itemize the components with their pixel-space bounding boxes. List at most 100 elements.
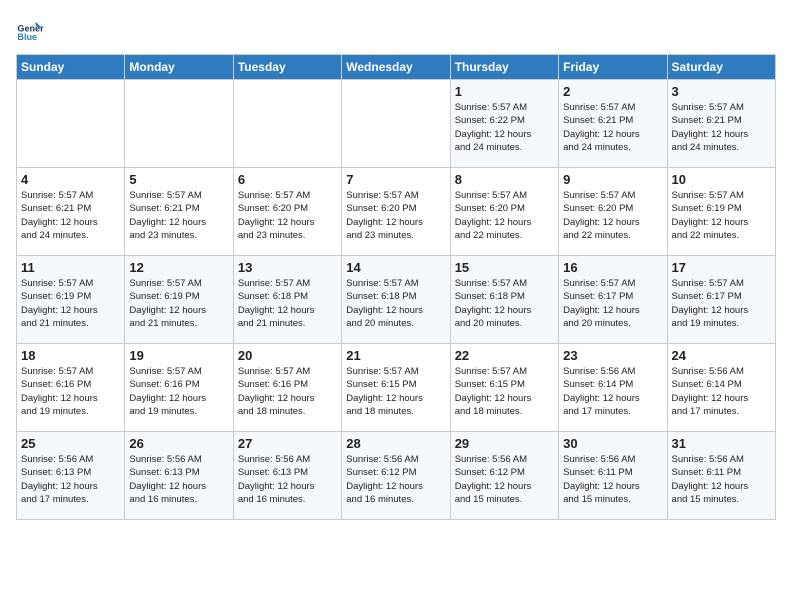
calendar-cell: 5 Sunrise: 5:57 AMSunset: 6:21 PMDaylight…: [125, 168, 233, 256]
page-header: General Blue: [16, 16, 776, 44]
weekday-header-friday: Friday: [559, 55, 667, 80]
calendar-cell: 18 Sunrise: 5:57 AMSunset: 6:16 PMDayligh…: [17, 344, 125, 432]
day-number: 24: [672, 348, 771, 363]
day-info: Sunrise: 5:56 AMSunset: 6:12 PMDaylight:…: [346, 453, 445, 506]
day-number: 2: [563, 84, 662, 99]
day-info: Sunrise: 5:57 AMSunset: 6:21 PMDaylight:…: [672, 101, 771, 154]
logo: General Blue: [16, 16, 44, 44]
calendar-cell: 25 Sunrise: 5:56 AMSunset: 6:13 PMDayligh…: [17, 432, 125, 520]
calendar-cell: 2 Sunrise: 5:57 AMSunset: 6:21 PMDaylight…: [559, 80, 667, 168]
day-info: Sunrise: 5:57 AMSunset: 6:15 PMDaylight:…: [346, 365, 445, 418]
day-info: Sunrise: 5:57 AMSunset: 6:21 PMDaylight:…: [21, 189, 120, 242]
calendar-cell: 9Sunrise: 5:57 AMSunset: 6:20 PMDaylight…: [559, 168, 667, 256]
day-number: 27: [238, 436, 337, 451]
day-info: Sunrise: 5:57 AMSunset: 6:19 PMDaylight:…: [129, 277, 228, 330]
weekday-header-sunday: Sunday: [17, 55, 125, 80]
day-info: Sunrise: 5:57 AMSunset: 6:21 PMDaylight:…: [129, 189, 228, 242]
calendar-cell: 23 Sunrise: 5:56 AMSunset: 6:14 PMDayligh…: [559, 344, 667, 432]
day-number: 12: [129, 260, 228, 275]
day-number: 17: [672, 260, 771, 275]
day-number: 3: [672, 84, 771, 99]
day-info: Sunrise: 5:56 AMSunset: 6:13 PMDaylight:…: [129, 453, 228, 506]
day-number: 23: [563, 348, 662, 363]
day-info: Sunrise: 5:57 AMSunset: 6:15 PMDaylight:…: [455, 365, 554, 418]
calendar-table: SundayMondayTuesdayWednesdayThursdayFrid…: [16, 54, 776, 520]
day-info: Sunrise: 5:57 AMSunset: 6:17 PMDaylight:…: [563, 277, 662, 330]
calendar-cell: [342, 80, 450, 168]
day-number: 7: [346, 172, 445, 187]
day-number: 5: [129, 172, 228, 187]
day-number: 26: [129, 436, 228, 451]
calendar-week-5: 25 Sunrise: 5:56 AMSunset: 6:13 PMDayligh…: [17, 432, 776, 520]
day-info: Sunrise: 5:56 AMSunset: 6:13 PMDaylight:…: [238, 453, 337, 506]
weekday-header-row: SundayMondayTuesdayWednesdayThursdayFrid…: [17, 55, 776, 80]
calendar-cell: [233, 80, 341, 168]
day-info: Sunrise: 5:57 AMSunset: 6:20 PMDaylight:…: [455, 189, 554, 242]
calendar-cell: 6 Sunrise: 5:57 AMSunset: 6:20 PMDaylight…: [233, 168, 341, 256]
calendar-cell: 14Sunrise: 5:57 AMSunset: 6:18 PMDayligh…: [342, 256, 450, 344]
day-number: 15: [455, 260, 554, 275]
calendar-cell: 4 Sunrise: 5:57 AMSunset: 6:21 PMDaylight…: [17, 168, 125, 256]
day-info: Sunrise: 5:57 AMSunset: 6:19 PMDaylight:…: [672, 189, 771, 242]
calendar-cell: 1Sunrise: 5:57 AMSunset: 6:22 PMDaylight…: [450, 80, 558, 168]
calendar-week-4: 18 Sunrise: 5:57 AMSunset: 6:16 PMDayligh…: [17, 344, 776, 432]
day-number: 11: [21, 260, 120, 275]
calendar-cell: 20 Sunrise: 5:57 AMSunset: 6:16 PMDayligh…: [233, 344, 341, 432]
calendar-cell: 3 Sunrise: 5:57 AMSunset: 6:21 PMDaylight…: [667, 80, 775, 168]
calendar-cell: 13 Sunrise: 5:57 AMSunset: 6:18 PMDayligh…: [233, 256, 341, 344]
day-number: 6: [238, 172, 337, 187]
svg-text:Blue: Blue: [17, 32, 37, 42]
day-number: 31: [672, 436, 771, 451]
calendar-cell: 28 Sunrise: 5:56 AMSunset: 6:12 PMDayligh…: [342, 432, 450, 520]
day-info: Sunrise: 5:56 AMSunset: 6:11 PMDaylight:…: [563, 453, 662, 506]
calendar-week-1: 1Sunrise: 5:57 AMSunset: 6:22 PMDaylight…: [17, 80, 776, 168]
day-info: Sunrise: 5:57 AMSunset: 6:16 PMDaylight:…: [238, 365, 337, 418]
day-info: Sunrise: 5:57 AMSunset: 6:16 PMDaylight:…: [129, 365, 228, 418]
day-number: 13: [238, 260, 337, 275]
day-number: 18: [21, 348, 120, 363]
day-info: Sunrise: 5:56 AMSunset: 6:11 PMDaylight:…: [672, 453, 771, 506]
day-number: 4: [21, 172, 120, 187]
calendar-cell: [17, 80, 125, 168]
day-info: Sunrise: 5:57 AMSunset: 6:17 PMDaylight:…: [672, 277, 771, 330]
day-info: Sunrise: 5:57 AMSunset: 6:20 PMDaylight:…: [238, 189, 337, 242]
day-info: Sunrise: 5:57 AMSunset: 6:16 PMDaylight:…: [21, 365, 120, 418]
calendar-cell: 26 Sunrise: 5:56 AMSunset: 6:13 PMDayligh…: [125, 432, 233, 520]
day-number: 28: [346, 436, 445, 451]
logo-icon: General Blue: [16, 16, 44, 44]
weekday-header-tuesday: Tuesday: [233, 55, 341, 80]
calendar-cell: 11 Sunrise: 5:57 AMSunset: 6:19 PMDayligh…: [17, 256, 125, 344]
calendar-cell: 21Sunrise: 5:57 AMSunset: 6:15 PMDayligh…: [342, 344, 450, 432]
day-number: 30: [563, 436, 662, 451]
calendar-cell: 30 Sunrise: 5:56 AMSunset: 6:11 PMDayligh…: [559, 432, 667, 520]
day-number: 16: [563, 260, 662, 275]
calendar-cell: 27 Sunrise: 5:56 AMSunset: 6:13 PMDayligh…: [233, 432, 341, 520]
day-info: Sunrise: 5:57 AMSunset: 6:22 PMDaylight:…: [455, 101, 554, 154]
day-number: 10: [672, 172, 771, 187]
day-number: 20: [238, 348, 337, 363]
calendar-cell: 15 Sunrise: 5:57 AMSunset: 6:18 PMDayligh…: [450, 256, 558, 344]
day-number: 14: [346, 260, 445, 275]
calendar-cell: 22 Sunrise: 5:57 AMSunset: 6:15 PMDayligh…: [450, 344, 558, 432]
calendar-cell: 17 Sunrise: 5:57 AMSunset: 6:17 PMDayligh…: [667, 256, 775, 344]
day-info: Sunrise: 5:56 AMSunset: 6:12 PMDaylight:…: [455, 453, 554, 506]
calendar-cell: 8 Sunrise: 5:57 AMSunset: 6:20 PMDaylight…: [450, 168, 558, 256]
weekday-header-monday: Monday: [125, 55, 233, 80]
calendar-cell: [125, 80, 233, 168]
day-info: Sunrise: 5:57 AMSunset: 6:18 PMDaylight:…: [455, 277, 554, 330]
calendar-cell: 24Sunrise: 5:56 AMSunset: 6:14 PMDayligh…: [667, 344, 775, 432]
day-info: Sunrise: 5:56 AMSunset: 6:13 PMDaylight:…: [21, 453, 120, 506]
calendar-cell: 31 Sunrise: 5:56 AMSunset: 6:11 PMDayligh…: [667, 432, 775, 520]
day-info: Sunrise: 5:57 AMSunset: 6:21 PMDaylight:…: [563, 101, 662, 154]
day-number: 8: [455, 172, 554, 187]
day-info: Sunrise: 5:57 AMSunset: 6:20 PMDaylight:…: [346, 189, 445, 242]
weekday-header-wednesday: Wednesday: [342, 55, 450, 80]
day-info: Sunrise: 5:57 AMSunset: 6:19 PMDaylight:…: [21, 277, 120, 330]
weekday-header-saturday: Saturday: [667, 55, 775, 80]
day-number: 29: [455, 436, 554, 451]
day-info: Sunrise: 5:56 AMSunset: 6:14 PMDaylight:…: [563, 365, 662, 418]
day-number: 22: [455, 348, 554, 363]
day-info: Sunrise: 5:57 AMSunset: 6:18 PMDaylight:…: [238, 277, 337, 330]
day-number: 25: [21, 436, 120, 451]
day-number: 9: [563, 172, 662, 187]
